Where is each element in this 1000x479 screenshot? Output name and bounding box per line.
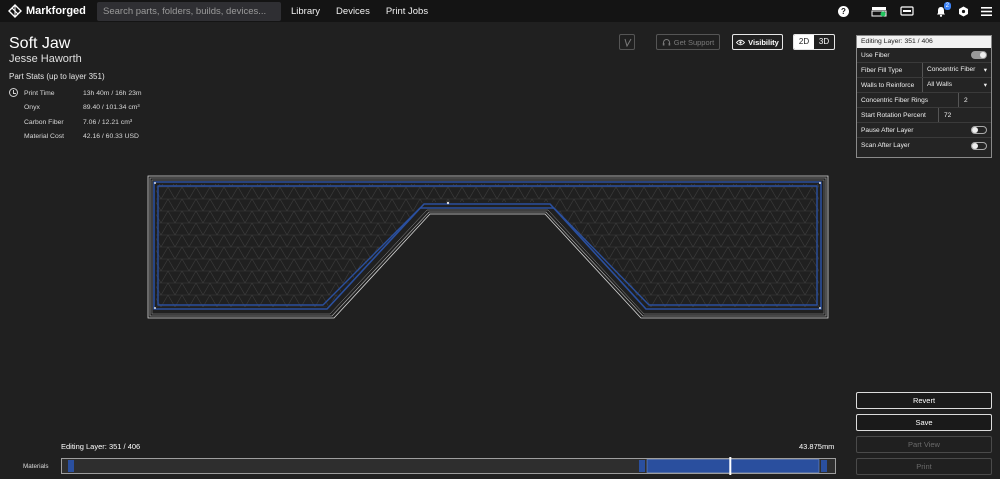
top-icons: ? 2 (826, 0, 992, 22)
view-3d-button[interactable]: 3D (814, 35, 834, 49)
part-stats: Print Time 13h 40m / 16h 23m Onyx 89.40 … (9, 86, 142, 144)
materials-label: Materials (23, 463, 49, 470)
stat-onyx: Onyx 89.40 / 101.34 cm³ (24, 104, 140, 112)
stat-material-cost: Material Cost 42.16 / 60.33 USD (24, 133, 139, 141)
layer-settings-panel: Editing Layer: 351 / 406 Use Fiber Fiber… (856, 35, 992, 158)
use-fiber-row: Use Fiber (857, 48, 991, 63)
save-button[interactable]: Save (856, 414, 992, 431)
measure-angle-icon (624, 38, 631, 47)
pause-after-layer-toggle[interactable] (971, 126, 987, 134)
fiber-fill-type-select[interactable]: Concentric Fiber ▾ (923, 66, 987, 74)
scan-after-layer-toggle[interactable] (971, 141, 987, 150)
start-rotation-input[interactable]: 72 (939, 112, 951, 119)
notification-count-badge: 2 (943, 1, 951, 10)
get-support-button[interactable]: Get Support (656, 34, 720, 50)
view-mode-toggle: 2D 3D (793, 34, 835, 50)
corner-marker (819, 307, 821, 309)
nav-devices[interactable]: Devices (336, 6, 370, 17)
walls-to-reinforce-row: Walls to Reinforce All Walls ▾ (857, 78, 991, 93)
editing-layer-label: Editing Layer: 351 / 406 (61, 442, 141, 451)
layer-slider[interactable] (61, 457, 836, 475)
part-title: Soft Jaw (9, 35, 71, 52)
selected-layer-range (646, 459, 820, 473)
headset-icon (662, 38, 670, 45)
search-input[interactable] (97, 1, 281, 21)
device-icon[interactable] (900, 6, 914, 16)
eye-icon (736, 39, 746, 45)
corner-marker (819, 182, 821, 184)
start-rotation-row: Start Rotation Percent 72 (857, 108, 991, 123)
material-segment-fiber (821, 460, 827, 472)
stat-carbon-fiber: Carbon Fiber 7.06 / 12.21 cm³ (24, 118, 133, 126)
hamburger-menu-icon[interactable] (981, 6, 992, 16)
pause-after-layer-row: Pause After Layer (857, 123, 991, 138)
top-bar: Markforged Library Devices Print Jobs ? (0, 0, 1000, 22)
notifications-bell-icon[interactable]: 2 (936, 1, 951, 17)
material-segment-fiber (68, 460, 74, 472)
stat-value: 89.40 / 101.34 cm³ (83, 104, 140, 112)
clock-icon (9, 87, 18, 97)
part-stats-title: Part Stats (up to layer 351) (9, 72, 105, 81)
part-viewport[interactable] (147, 175, 829, 320)
scan-after-layer-row: Scan After Layer (857, 138, 991, 153)
dropdown-caret-icon: ▾ (983, 67, 987, 74)
print-button[interactable]: Print (856, 458, 992, 475)
markforged-logo[interactable]: Markforged (8, 4, 90, 18)
stat-print-time: Print Time 13h 40m / 16h 23m (9, 86, 142, 101)
corner-marker (154, 307, 156, 309)
use-fiber-toggle[interactable] (971, 51, 987, 59)
part-author: Jesse Haworth (9, 53, 82, 65)
corner-marker (154, 182, 156, 184)
concentric-rings-input[interactable]: 2 (959, 97, 968, 104)
measure-tool-button[interactable] (619, 34, 635, 50)
settings-gear-icon[interactable] (958, 6, 969, 17)
seam-marker (446, 201, 450, 205)
stat-value: 42.16 / 60.33 USD (83, 133, 139, 141)
triangular-infill (156, 184, 819, 307)
fiber-fill-type-row: Fiber Fill Type Concentric Fiber ▾ (857, 63, 991, 78)
walls-to-reinforce-select[interactable]: All Walls ▾ (923, 81, 987, 89)
dropdown-caret-icon: ▾ (983, 82, 987, 89)
part-view-button[interactable]: Part View (856, 436, 992, 453)
panel-header: Editing Layer: 351 / 406 (857, 36, 991, 48)
main-nav: Library Devices Print Jobs (291, 6, 444, 17)
material-segment-fiber (639, 460, 645, 472)
visibility-button[interactable]: Visibility (732, 34, 783, 50)
markforged-logo-icon (8, 4, 22, 18)
stat-value: 13h 40m / 16h 23m (83, 89, 142, 97)
nav-print-jobs[interactable]: Print Jobs (386, 6, 428, 17)
nav-library[interactable]: Library (291, 6, 320, 17)
concentric-rings-row: Concentric Fiber Rings 2 (857, 93, 991, 108)
revert-button[interactable]: Revert (856, 392, 992, 409)
printer-status-icon[interactable] (871, 6, 888, 17)
brand-name: Markforged (26, 5, 86, 17)
layer-height-readout: 43.875mm (799, 442, 835, 451)
layer-slider-thumb[interactable] (729, 457, 732, 475)
view-2d-button[interactable]: 2D (794, 35, 814, 49)
stat-value: 7.06 / 12.21 cm³ (83, 118, 133, 126)
help-icon[interactable]: ? (838, 5, 849, 17)
